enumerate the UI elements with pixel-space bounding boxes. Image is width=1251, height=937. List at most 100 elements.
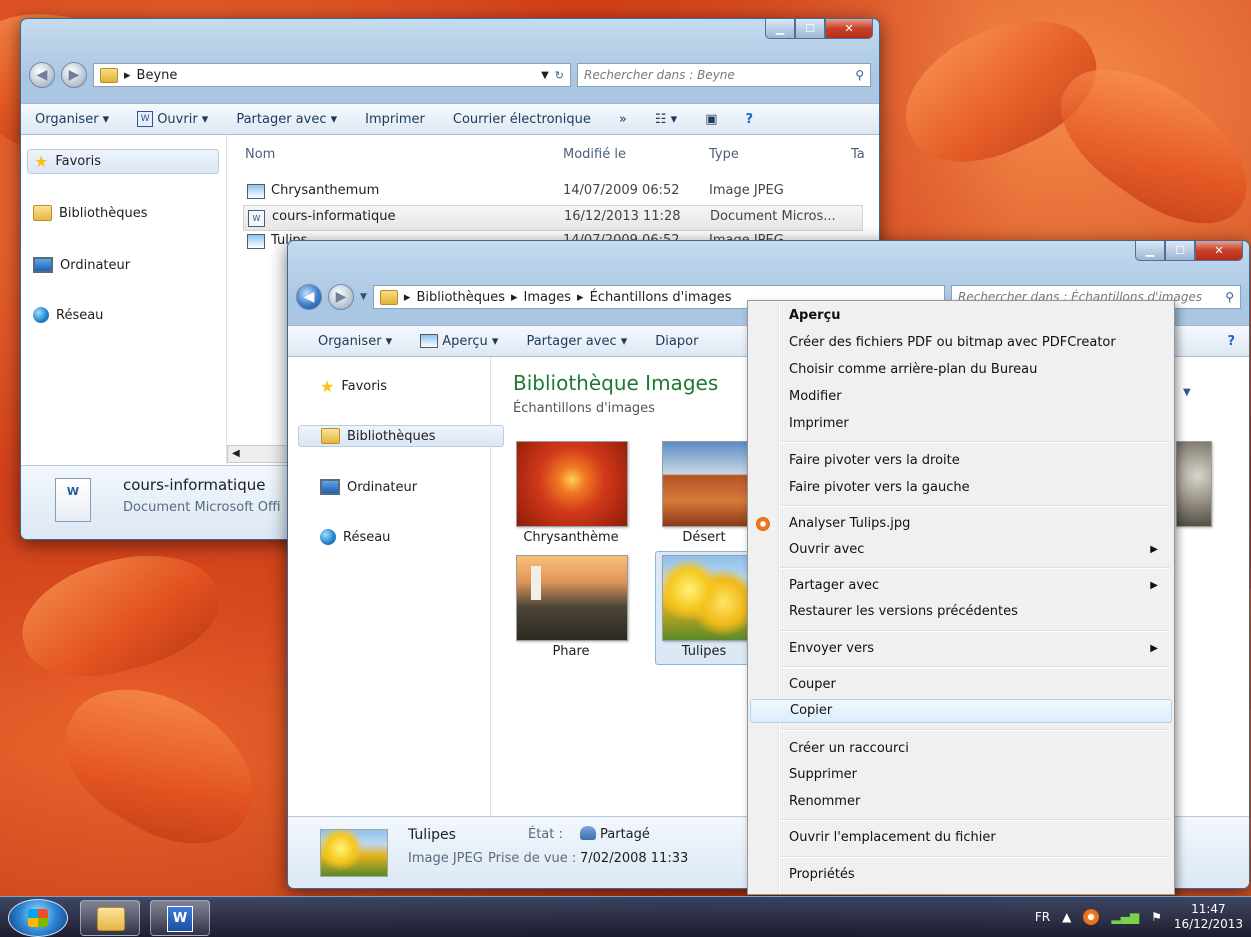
breadcrumb-echantillons[interactable]: Échantillons d'images — [590, 290, 732, 305]
menu-item-supprimer[interactable]: Supprimer — [789, 764, 1166, 786]
table-row[interactable]: W cours-informatique 16/12/2013 11:28 Do… — [243, 205, 863, 231]
menu-item-envoyer-vers[interactable]: Envoyer vers ▶ — [789, 638, 1166, 660]
maximize-button[interactable]: ☐ — [795, 19, 825, 39]
nav-bibliotheques[interactable]: Bibliothèques — [298, 425, 504, 447]
thumbnail-desert[interactable] — [662, 441, 750, 527]
menu-separator — [780, 729, 1170, 731]
system-tray: FR ▲ ▂▄▆ ⚑ 11:47 16/12/2013 — [1035, 897, 1243, 937]
menu-gutter — [778, 303, 780, 892]
help-icon[interactable]: ? — [1213, 334, 1249, 349]
breadcrumb-images[interactable]: Images — [524, 290, 572, 305]
start-button[interactable] — [8, 899, 68, 937]
clock[interactable]: 11:47 16/12/2013 — [1174, 902, 1243, 932]
show-hidden-icons-icon[interactable]: ▲ — [1062, 910, 1071, 924]
back-icon[interactable]: ◀ — [296, 284, 322, 310]
taskbar-explorer-button[interactable] — [80, 900, 140, 936]
view-dropdown-icon[interactable]: ▼ — [1183, 387, 1191, 398]
thumbnail-koala[interactable] — [1176, 441, 1212, 527]
diaporama-button[interactable]: Diapor — [641, 334, 712, 349]
menu-item-analyser[interactable]: Analyser Tulips.jpg — [789, 513, 1166, 535]
thumbnail-label[interactable]: Chrysanthème — [501, 530, 641, 545]
imprimer-button[interactable]: Imprimer — [351, 112, 439, 127]
nav-bibliotheques-label: Bibliothèques — [59, 205, 148, 221]
close-button[interactable]: ✕ — [825, 19, 873, 39]
maximize-button[interactable]: ☐ — [1165, 241, 1195, 261]
nav-ordinateur[interactable]: Ordinateur — [320, 479, 417, 495]
view-options-icon[interactable]: ☷ ▾ — [641, 112, 691, 127]
column-taille[interactable]: Ta — [851, 147, 865, 162]
menu-item-restaurer[interactable]: Restaurer les versions précédentes — [789, 601, 1166, 623]
menu-item-apercu[interactable]: Aperçu — [789, 305, 1166, 327]
menu-item-copier[interactable]: Copier — [750, 699, 1172, 723]
network-signal-icon[interactable]: ▂▄▆ — [1111, 910, 1139, 924]
menu-item-envoyer-vers-label: Envoyer vers — [789, 641, 875, 656]
menu-item-proprietes[interactable]: Propriétés — [789, 864, 1166, 886]
column-nom[interactable]: Nom — [245, 147, 275, 162]
ouvrir-button[interactable]: W Ouvrir ▾ — [123, 111, 222, 127]
courrier-button[interactable]: Courrier électronique — [439, 112, 605, 127]
preview-pane-icon[interactable]: ▣ — [691, 112, 731, 127]
language-indicator[interactable]: FR — [1035, 910, 1050, 924]
refresh-icon[interactable]: ↻ — [555, 69, 564, 82]
horizontal-scrollbar[interactable]: ◀ — [227, 445, 293, 463]
nav-ordinateur-label: Ordinateur — [60, 257, 131, 273]
details-state-value: Partagé — [600, 827, 650, 842]
details-name: Tulipes — [408, 827, 456, 843]
search-icon[interactable]: ⚲ — [1225, 290, 1234, 304]
thumbnail-tulipes[interactable] — [662, 555, 750, 641]
recent-pages-icon[interactable]: ▼ — [360, 292, 367, 302]
partager-button[interactable]: Partager avec ▾ — [222, 112, 351, 127]
action-center-flag-icon[interactable]: ⚑ — [1151, 910, 1162, 924]
more-button[interactable]: » — [605, 112, 641, 127]
menu-item-pivoter-gauche[interactable]: Faire pivoter vers la gauche — [789, 477, 1166, 499]
menu-item-raccourci[interactable]: Créer un raccourci — [789, 738, 1166, 760]
menu-item-pdfcreator[interactable]: Créer des fichiers PDF ou bitmap avec PD… — [789, 332, 1166, 354]
thumbnail-phare[interactable] — [516, 555, 628, 641]
thumbnail-chrysantheme[interactable] — [516, 441, 628, 527]
partager-button[interactable]: Partager avec ▾ — [512, 334, 641, 349]
menu-item-imprimer[interactable]: Imprimer — [789, 413, 1166, 435]
nav-reseau-label: Réseau — [343, 529, 391, 545]
network-icon — [33, 307, 49, 323]
organiser-button[interactable]: Organiser ▾ — [288, 334, 406, 349]
nav-favoris[interactable]: ★ Favoris — [320, 377, 387, 396]
breadcrumb-bibliotheques[interactable]: Bibliothèques — [416, 290, 505, 305]
navigation-pane: ★ Favoris Bibliothèques Ordinateur Résea… — [288, 357, 504, 816]
apercu-button[interactable]: Aperçu ▾ — [406, 334, 512, 349]
menu-item-couper[interactable]: Couper — [789, 674, 1166, 696]
menu-item-partager-avec[interactable]: Partager avec ▶ — [789, 575, 1166, 597]
taskbar-word-button[interactable]: W — [150, 900, 210, 936]
menu-item-pivoter-droite[interactable]: Faire pivoter vers la droite — [789, 450, 1166, 472]
minimize-button[interactable]: ▁ — [1135, 241, 1165, 261]
minimize-button[interactable]: ▁ — [765, 19, 795, 39]
network-icon — [320, 529, 336, 545]
column-type[interactable]: Type — [709, 147, 739, 162]
nav-favoris[interactable]: ★ Favoris — [27, 149, 219, 174]
search-icon[interactable]: ⚲ — [855, 68, 864, 82]
avast-tray-icon[interactable] — [1083, 909, 1100, 925]
menu-item-renommer[interactable]: Renommer — [789, 791, 1166, 813]
menu-item-arriere-plan[interactable]: Choisir comme arrière-plan du Bureau — [789, 359, 1166, 381]
menu-item-modifier[interactable]: Modifier — [789, 386, 1166, 408]
help-icon[interactable]: ? — [731, 112, 767, 127]
menu-item-ouvrir-avec[interactable]: Ouvrir avec ▶ — [789, 539, 1166, 561]
table-row[interactable]: Chrysanthemum 14/07/2009 06:52 Image JPE… — [243, 181, 843, 203]
forward-icon[interactable]: ▶ — [61, 62, 87, 88]
menu-item-emplacement[interactable]: Ouvrir l'emplacement du fichier — [789, 827, 1166, 849]
nav-reseau[interactable]: Réseau — [33, 307, 103, 323]
word-document-icon: W — [55, 478, 91, 522]
nav-bibliotheques[interactable]: Bibliothèques — [33, 205, 148, 221]
thumbnail-label[interactable]: Phare — [501, 644, 641, 659]
address-dropdown-icon[interactable]: ▼ — [541, 70, 549, 81]
avast-icon — [756, 517, 770, 531]
back-icon[interactable]: ◀ — [29, 62, 55, 88]
address-bar[interactable]: ▸ Beyne ▼ ↻ — [93, 63, 571, 87]
nav-reseau[interactable]: Réseau — [320, 529, 390, 545]
search-input[interactable]: Rechercher dans : Beyne ⚲ — [577, 63, 871, 87]
nav-ordinateur[interactable]: Ordinateur — [33, 257, 130, 273]
wallpaper-petal — [40, 658, 280, 872]
column-modifie[interactable]: Modifié le — [563, 147, 626, 162]
organiser-button[interactable]: Organiser ▾ — [21, 112, 123, 127]
forward-icon[interactable]: ▶ — [328, 284, 354, 310]
close-button[interactable]: ✕ — [1195, 241, 1243, 261]
